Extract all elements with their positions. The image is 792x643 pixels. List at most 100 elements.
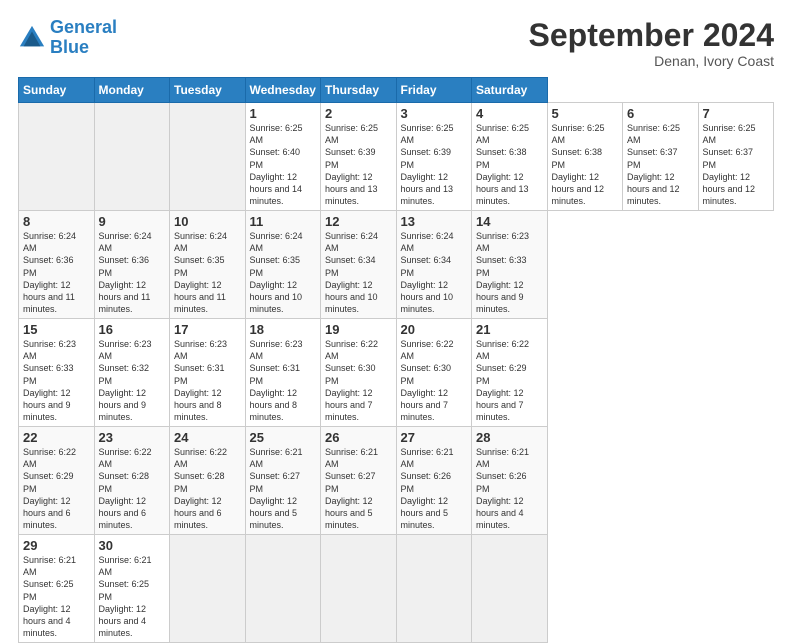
- day-number: 22: [23, 430, 90, 445]
- calendar-cell: 28Sunrise: 6:21 AMSunset: 6:26 PMDayligh…: [472, 427, 548, 535]
- calendar-cell: 19Sunrise: 6:22 AMSunset: 6:30 PMDayligh…: [321, 319, 397, 427]
- day-number: 28: [476, 430, 543, 445]
- calendar-cell: 2Sunrise: 6:25 AMSunset: 6:39 PMDaylight…: [321, 103, 397, 211]
- col-header-sunday: Sunday: [19, 78, 95, 103]
- day-info: Sunrise: 6:22 AMSunset: 6:30 PMDaylight:…: [325, 338, 392, 423]
- day-info: Sunrise: 6:24 AMSunset: 6:35 PMDaylight:…: [174, 230, 241, 315]
- day-info: Sunrise: 6:25 AMSunset: 6:39 PMDaylight:…: [401, 122, 468, 207]
- day-number: 24: [174, 430, 241, 445]
- calendar-cell: 6Sunrise: 6:25 AMSunset: 6:37 PMDaylight…: [623, 103, 699, 211]
- calendar-cell: 21Sunrise: 6:22 AMSunset: 6:29 PMDayligh…: [472, 319, 548, 427]
- day-number: 9: [99, 214, 166, 229]
- day-number: 18: [250, 322, 317, 337]
- month-title: September 2024: [529, 18, 774, 53]
- day-info: Sunrise: 6:21 AMSunset: 6:27 PMDaylight:…: [250, 446, 317, 531]
- day-info: Sunrise: 6:25 AMSunset: 6:39 PMDaylight:…: [325, 122, 392, 207]
- day-number: 8: [23, 214, 90, 229]
- day-info: Sunrise: 6:22 AMSunset: 6:28 PMDaylight:…: [99, 446, 166, 531]
- col-header-saturday: Saturday: [472, 78, 548, 103]
- week-row-5: 29Sunrise: 6:21 AMSunset: 6:25 PMDayligh…: [19, 535, 774, 643]
- day-number: 17: [174, 322, 241, 337]
- week-row-1: 1Sunrise: 6:25 AMSunset: 6:40 PMDaylight…: [19, 103, 774, 211]
- day-info: Sunrise: 6:24 AMSunset: 6:34 PMDaylight:…: [325, 230, 392, 315]
- day-number: 15: [23, 322, 90, 337]
- calendar-cell: 29Sunrise: 6:21 AMSunset: 6:25 PMDayligh…: [19, 535, 95, 643]
- calendar-cell: 8Sunrise: 6:24 AMSunset: 6:36 PMDaylight…: [19, 211, 95, 319]
- col-header-wednesday: Wednesday: [245, 78, 321, 103]
- day-info: Sunrise: 6:25 AMSunset: 6:38 PMDaylight:…: [476, 122, 543, 207]
- col-header-monday: Monday: [94, 78, 170, 103]
- day-info: Sunrise: 6:25 AMSunset: 6:40 PMDaylight:…: [250, 122, 317, 207]
- location: Denan, Ivory Coast: [529, 53, 774, 69]
- calendar-cell: 9Sunrise: 6:24 AMSunset: 6:36 PMDaylight…: [94, 211, 170, 319]
- day-number: 5: [552, 106, 619, 121]
- day-info: Sunrise: 6:22 AMSunset: 6:30 PMDaylight:…: [401, 338, 468, 423]
- day-info: Sunrise: 6:23 AMSunset: 6:31 PMDaylight:…: [174, 338, 241, 423]
- calendar-cell: 17Sunrise: 6:23 AMSunset: 6:31 PMDayligh…: [170, 319, 246, 427]
- calendar-cell: 27Sunrise: 6:21 AMSunset: 6:26 PMDayligh…: [396, 427, 472, 535]
- day-info: Sunrise: 6:23 AMSunset: 6:33 PMDaylight:…: [476, 230, 543, 315]
- calendar-page: GeneralBlue September 2024 Denan, Ivory …: [0, 0, 792, 612]
- calendar-cell: [396, 535, 472, 643]
- day-number: 20: [401, 322, 468, 337]
- day-info: Sunrise: 6:23 AMSunset: 6:33 PMDaylight:…: [23, 338, 90, 423]
- day-info: Sunrise: 6:25 AMSunset: 6:38 PMDaylight:…: [552, 122, 619, 207]
- calendar-cell: 13Sunrise: 6:24 AMSunset: 6:34 PMDayligh…: [396, 211, 472, 319]
- day-number: 29: [23, 538, 90, 553]
- calendar-cell: 26Sunrise: 6:21 AMSunset: 6:27 PMDayligh…: [321, 427, 397, 535]
- day-number: 4: [476, 106, 543, 121]
- calendar-cell: [170, 103, 246, 211]
- calendar-cell: 20Sunrise: 6:22 AMSunset: 6:30 PMDayligh…: [396, 319, 472, 427]
- calendar-cell: 30Sunrise: 6:21 AMSunset: 6:25 PMDayligh…: [94, 535, 170, 643]
- day-info: Sunrise: 6:25 AMSunset: 6:37 PMDaylight:…: [703, 122, 770, 207]
- calendar-cell: 12Sunrise: 6:24 AMSunset: 6:34 PMDayligh…: [321, 211, 397, 319]
- day-number: 3: [401, 106, 468, 121]
- calendar-cell: 4Sunrise: 6:25 AMSunset: 6:38 PMDaylight…: [472, 103, 548, 211]
- day-number: 10: [174, 214, 241, 229]
- day-number: 6: [627, 106, 694, 121]
- title-block: September 2024 Denan, Ivory Coast: [529, 18, 774, 69]
- day-number: 26: [325, 430, 392, 445]
- week-row-3: 15Sunrise: 6:23 AMSunset: 6:33 PMDayligh…: [19, 319, 774, 427]
- col-header-thursday: Thursday: [321, 78, 397, 103]
- day-info: Sunrise: 6:21 AMSunset: 6:25 PMDaylight:…: [99, 554, 166, 639]
- calendar-cell: 7Sunrise: 6:25 AMSunset: 6:37 PMDaylight…: [698, 103, 774, 211]
- col-header-friday: Friday: [396, 78, 472, 103]
- calendar-cell: 3Sunrise: 6:25 AMSunset: 6:39 PMDaylight…: [396, 103, 472, 211]
- day-number: 11: [250, 214, 317, 229]
- calendar-cell: 16Sunrise: 6:23 AMSunset: 6:32 PMDayligh…: [94, 319, 170, 427]
- calendar-cell: 18Sunrise: 6:23 AMSunset: 6:31 PMDayligh…: [245, 319, 321, 427]
- calendar-cell: [321, 535, 397, 643]
- day-info: Sunrise: 6:23 AMSunset: 6:32 PMDaylight:…: [99, 338, 166, 423]
- calendar-cell: 23Sunrise: 6:22 AMSunset: 6:28 PMDayligh…: [94, 427, 170, 535]
- calendar-cell: [170, 535, 246, 643]
- day-info: Sunrise: 6:21 AMSunset: 6:26 PMDaylight:…: [401, 446, 468, 531]
- day-number: 12: [325, 214, 392, 229]
- col-header-tuesday: Tuesday: [170, 78, 246, 103]
- logo-icon: [18, 24, 46, 52]
- day-number: 21: [476, 322, 543, 337]
- day-info: Sunrise: 6:22 AMSunset: 6:29 PMDaylight:…: [476, 338, 543, 423]
- day-number: 14: [476, 214, 543, 229]
- day-info: Sunrise: 6:21 AMSunset: 6:27 PMDaylight:…: [325, 446, 392, 531]
- logo-text: GeneralBlue: [50, 18, 117, 58]
- calendar-cell: 11Sunrise: 6:24 AMSunset: 6:35 PMDayligh…: [245, 211, 321, 319]
- day-number: 23: [99, 430, 166, 445]
- calendar-table: SundayMondayTuesdayWednesdayThursdayFrid…: [18, 77, 774, 643]
- day-info: Sunrise: 6:25 AMSunset: 6:37 PMDaylight:…: [627, 122, 694, 207]
- day-info: Sunrise: 6:24 AMSunset: 6:35 PMDaylight:…: [250, 230, 317, 315]
- calendar-cell: 15Sunrise: 6:23 AMSunset: 6:33 PMDayligh…: [19, 319, 95, 427]
- day-number: 19: [325, 322, 392, 337]
- day-info: Sunrise: 6:21 AMSunset: 6:26 PMDaylight:…: [476, 446, 543, 531]
- day-number: 1: [250, 106, 317, 121]
- calendar-cell: [472, 535, 548, 643]
- week-row-2: 8Sunrise: 6:24 AMSunset: 6:36 PMDaylight…: [19, 211, 774, 319]
- calendar-cell: 1Sunrise: 6:25 AMSunset: 6:40 PMDaylight…: [245, 103, 321, 211]
- day-info: Sunrise: 6:21 AMSunset: 6:25 PMDaylight:…: [23, 554, 90, 639]
- calendar-cell: 24Sunrise: 6:22 AMSunset: 6:28 PMDayligh…: [170, 427, 246, 535]
- calendar-cell: 22Sunrise: 6:22 AMSunset: 6:29 PMDayligh…: [19, 427, 95, 535]
- day-number: 2: [325, 106, 392, 121]
- calendar-cell: [245, 535, 321, 643]
- calendar-cell: 14Sunrise: 6:23 AMSunset: 6:33 PMDayligh…: [472, 211, 548, 319]
- day-info: Sunrise: 6:23 AMSunset: 6:31 PMDaylight:…: [250, 338, 317, 423]
